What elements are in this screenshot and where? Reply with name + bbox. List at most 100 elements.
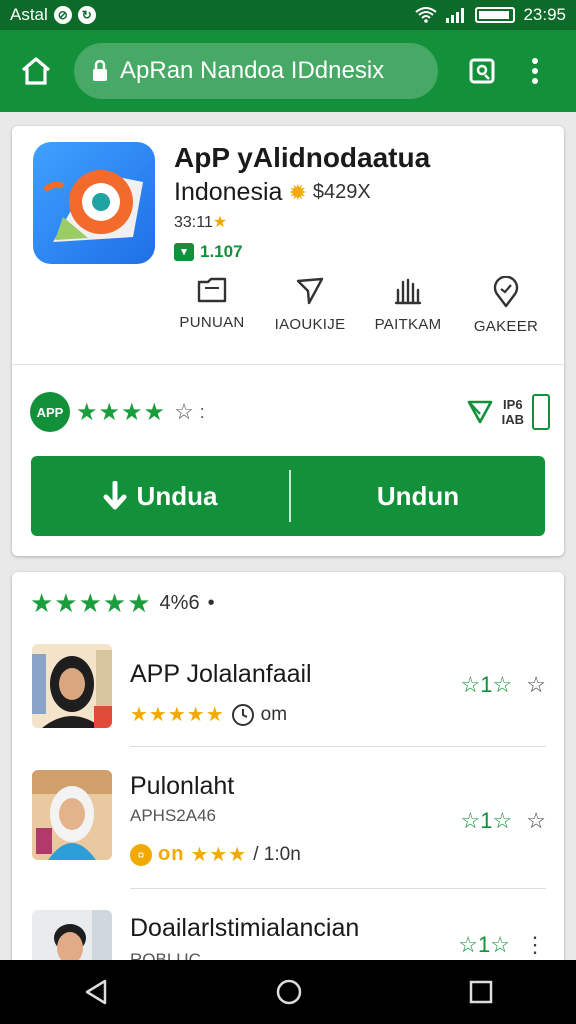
app-size: IP6 IAB	[502, 397, 524, 427]
helpful-button[interactable]: ☆1☆	[461, 672, 513, 698]
carrier-label: Astal	[10, 5, 48, 24]
url-text: ApRan Nandoa IDdnesix	[120, 57, 385, 84]
app-details-card: ApP yAlidnodaatua Indonesia ✹ $429X 33:1…	[12, 126, 564, 556]
reviews-card: ★★★★★ 4%6 • APP Jolalanfaail ★★★★★ om ☆1…	[12, 572, 564, 972]
url-bar[interactable]: ApRan Nandoa IDdnesix	[74, 43, 438, 99]
reviewer-name: APP Jolalanfaail	[130, 660, 312, 688]
home-icon	[21, 57, 51, 85]
helpful-button[interactable]: ☆1☆	[458, 932, 510, 958]
location-pin-icon	[493, 276, 519, 308]
rating-small-text: 33:11	[174, 214, 213, 231]
app-bar: ApRan Nandoa IDdnesix	[0, 30, 576, 112]
helpful-star-icon-2: ☆	[492, 672, 513, 697]
app-badge: APP	[30, 392, 70, 432]
more-vert-icon	[532, 58, 538, 84]
wifi-icon	[415, 7, 438, 23]
install-left-label: Undua	[136, 480, 218, 511]
home-nav-icon[interactable]	[275, 978, 303, 1006]
review-meta: ¤ on ★★★ / 1:0n	[130, 842, 301, 867]
helpful-star-icon-2: ☆	[492, 808, 513, 833]
download-icon	[103, 481, 127, 510]
helpful-count: 1	[480, 672, 493, 697]
sync-icon: ↻	[77, 6, 96, 24]
review-star-icon[interactable]: ☆	[526, 808, 546, 834]
clock-icon	[231, 703, 254, 726]
review-star-icon[interactable]: ☆	[526, 672, 546, 698]
helpful-star-icon: ☆	[460, 808, 481, 833]
app-title: ApP yAlidnodaatua	[174, 142, 431, 173]
install-right-label[interactable]: Undun	[291, 481, 545, 512]
reviewer-subtitle: APHS2A46	[130, 806, 216, 825]
overflow-icon[interactable]: ⋮	[524, 932, 546, 958]
divider	[130, 888, 546, 889]
flag-icon	[467, 400, 492, 424]
battery-icon	[475, 7, 516, 23]
star-icon: ★	[212, 214, 228, 231]
coin-icon: ¤	[130, 843, 152, 866]
app-actions: PUNUAN IAOUKIJE PAITKAM GAKEER	[164, 276, 554, 346]
dot-icon: •	[207, 592, 215, 614]
sun-icon: ✹	[288, 179, 307, 205]
avatar	[32, 644, 112, 728]
helpful-count: 1	[478, 932, 491, 957]
app-price: $429X	[312, 181, 371, 203]
action-label: IAOUKIJE	[274, 316, 346, 333]
size-top: IP6	[503, 397, 523, 412]
action-label: PAITKAM	[374, 316, 442, 333]
phone-icon	[532, 394, 550, 430]
reviewer-name: Pulonlaht	[130, 772, 235, 800]
avatar	[32, 770, 112, 860]
back-icon[interactable]	[83, 978, 109, 1006]
reviewer-name: Doailarlstimialancian	[130, 914, 360, 942]
reviews-header: ★★★★★ 4%6 •	[30, 588, 215, 619]
helpful-button[interactable]: ☆1☆	[461, 808, 513, 834]
action-label: GAKEER	[473, 318, 539, 335]
more-dots-icon: :	[199, 401, 205, 422]
tabs-icon	[469, 58, 495, 84]
action-gakeer[interactable]: GAKEER	[458, 276, 554, 346]
app-rating-small: 33:11★	[174, 212, 227, 232]
app-icon	[33, 142, 155, 264]
action-iaoukije[interactable]: IAOUKIJE	[262, 276, 358, 346]
action-label: PUNUAN	[179, 314, 245, 331]
review-stars: ★★★★★	[130, 704, 225, 726]
downloads-count: 1.107	[200, 242, 243, 261]
rating-row: APP ★★★★ ☆ : IP6 IAB	[30, 390, 550, 434]
home-button[interactable]	[14, 49, 58, 93]
reviews-score: 4%6	[159, 592, 200, 614]
helpful-star-icon: ☆	[458, 932, 479, 957]
recents-icon[interactable]	[469, 980, 493, 1004]
folder-icon	[197, 277, 227, 303]
action-punuan[interactable]: PUNUAN	[164, 276, 260, 346]
clock: 23:95	[523, 5, 566, 24]
helpful-star-icon: ☆	[460, 672, 481, 697]
install-left[interactable]: Undua	[31, 481, 289, 512]
rate-star-button[interactable]: ☆	[174, 399, 194, 425]
review-meta: ★★★★★ om	[130, 702, 287, 727]
action-paitkam[interactable]: PAITKAM	[360, 276, 456, 346]
app-downloads: ▾ 1.107	[174, 242, 243, 262]
status-bar: Astal ⊘ ↻ 23:95	[0, 0, 576, 30]
helpful-count: 1	[480, 808, 493, 833]
install-button[interactable]: Undua Undun	[31, 456, 545, 536]
review-time: / 1:0n	[253, 843, 301, 865]
editors-choice-icon: ▾	[174, 243, 194, 261]
review-actions: ☆1☆ ☆	[461, 672, 546, 698]
hand-icon	[394, 278, 422, 305]
send-icon	[296, 277, 324, 305]
helpful-star-icon-2: ☆	[490, 932, 510, 957]
system-nav-bar	[0, 960, 576, 1024]
review-actions: ☆1☆ ☆	[461, 808, 546, 834]
divider	[12, 364, 564, 365]
rating-stars: ★★★★	[76, 398, 167, 426]
divider	[130, 746, 546, 747]
review-time: om	[260, 703, 288, 725]
overflow-menu-button[interactable]	[520, 51, 550, 91]
signal-icon	[446, 8, 465, 23]
app-subtitle: Indonesia ✹ $429X	[174, 178, 371, 207]
review-stars: ★★★	[190, 844, 248, 866]
notification-icon: ⊘	[53, 6, 72, 24]
tabs-button[interactable]	[462, 51, 502, 91]
size-bottom: IAB	[501, 412, 524, 427]
review-prefix: on	[158, 843, 185, 865]
